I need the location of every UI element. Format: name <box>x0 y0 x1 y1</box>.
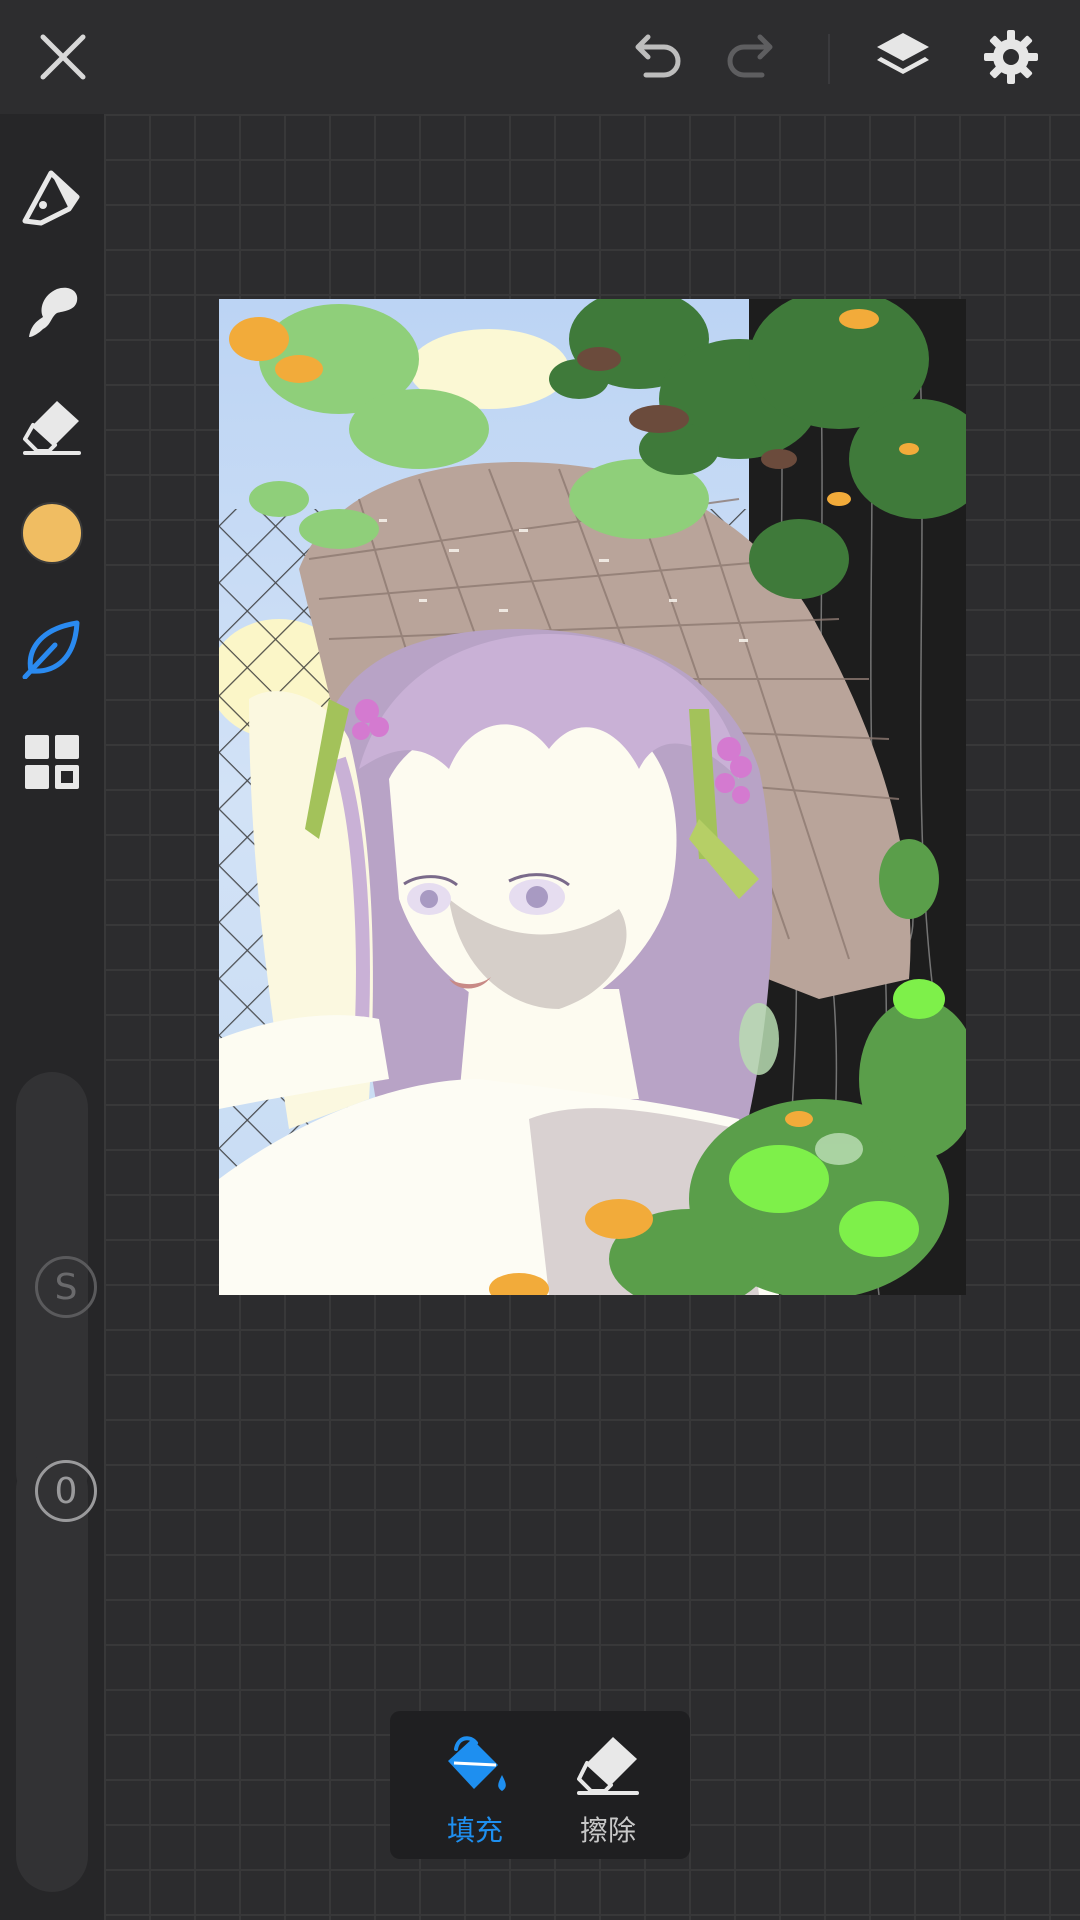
eraser-icon <box>23 401 81 455</box>
brush-size-label: S <box>54 1266 78 1308</box>
pen-tool-button[interactable] <box>18 164 86 232</box>
fill-tool-label: 填充 <box>446 1814 503 1847</box>
pen-nib-icon <box>22 170 80 226</box>
redo-icon <box>727 34 773 78</box>
fill-tool-button[interactable]: 填充 <box>415 1711 535 1859</box>
color-swatch <box>21 502 83 564</box>
layers-icon <box>877 33 929 74</box>
undo-icon <box>635 34 681 78</box>
gear-icon <box>984 30 1038 84</box>
leaf-tool-button[interactable] <box>18 614 86 682</box>
smudge-icon <box>29 287 78 337</box>
undo-button[interactable] <box>622 28 690 88</box>
color-picker-button[interactable] <box>18 499 86 567</box>
brush-opacity-label: 0 <box>54 1470 78 1512</box>
gallery-button[interactable] <box>18 728 86 796</box>
brush-size-knob[interactable]: S <box>35 1256 97 1318</box>
grid-icon <box>25 735 79 789</box>
eraser-icon <box>577 1737 639 1795</box>
leaf-icon <box>22 620 80 679</box>
settings-button[interactable] <box>978 24 1044 90</box>
brush-size-slider[interactable]: S <box>16 1072 97 1508</box>
smudge-tool-button[interactable] <box>18 278 86 346</box>
layers-button[interactable] <box>870 24 936 90</box>
artwork-canvas[interactable] <box>219 299 966 1295</box>
left-tool-sidebar: S 0 <box>0 114 104 1920</box>
paint-bucket-icon <box>448 1736 506 1791</box>
brush-opacity-knob[interactable]: 0 <box>35 1460 97 1522</box>
eraser-tool-button[interactable] <box>18 392 86 460</box>
fill-tool-panel: 填充 擦除 <box>390 1711 690 1859</box>
brush-opacity-slider[interactable]: 0 <box>16 1454 97 1892</box>
erase-tool-label: 擦除 <box>579 1814 636 1847</box>
toolbar-divider <box>828 34 830 84</box>
close-button[interactable] <box>30 24 96 90</box>
erase-tool-button[interactable]: 擦除 <box>548 1711 668 1859</box>
top-toolbar <box>0 0 1080 114</box>
redo-button[interactable] <box>718 28 786 88</box>
close-icon <box>40 34 86 80</box>
artwork-illustration <box>219 299 966 1295</box>
